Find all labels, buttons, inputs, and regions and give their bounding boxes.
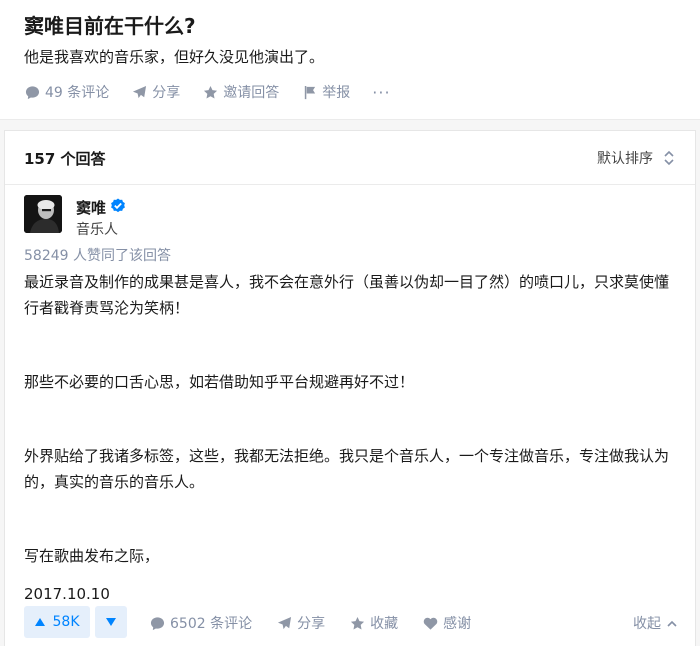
answer-actions-bar: 58K 6502 条评论 分享 收藏 感谢 收起: [5, 599, 695, 646]
invite-answer-label: 邀请回答: [223, 85, 280, 101]
answer-count: 157 个回答: [24, 150, 106, 168]
upvote-button[interactable]: 58K: [24, 606, 90, 638]
upvote-summary: 58249 人赞同了该回答: [24, 248, 171, 264]
thanks-button[interactable]: 感谢: [422, 613, 471, 633]
collect-button[interactable]: 收藏: [349, 613, 398, 633]
sort-dropdown[interactable]: 默认排序: [597, 148, 675, 168]
collapse-label: 收起: [633, 616, 661, 632]
answer-comments-label: 6502 条评论: [170, 616, 253, 632]
answer-share-label: 分享: [297, 616, 326, 632]
triangle-down-icon: [106, 618, 116, 626]
answer-paragraph: 最近录音及制作的成果甚是喜人，我不会在意外行（虽善以伪却一目了然）的喷口儿，只求…: [24, 273, 670, 317]
comment-icon: [24, 84, 40, 100]
chevron-up-icon: [667, 620, 677, 627]
more-options-button[interactable]: ···: [372, 83, 390, 102]
star-icon: [349, 615, 365, 631]
triangle-up-icon: [34, 618, 45, 626]
downvote-button[interactable]: [95, 606, 127, 638]
thanks-label: 感谢: [443, 616, 472, 632]
sort-label: 默认排序: [597, 151, 653, 167]
author-name[interactable]: 窦唯: [76, 197, 106, 218]
answer-content: 最近录音及制作的成果甚是喜人，我不会在意外行（虽善以伪却一目了然）的喷口儿，只求…: [24, 269, 674, 607]
question-share-button[interactable]: 分享: [131, 82, 180, 102]
answer-paragraph: 外界贴给了我诸多标签，这些，我都无法拒绝。我只是个音乐人，一个专注做音乐，专注做…: [24, 447, 670, 491]
star-icon: [202, 84, 218, 100]
verified-badge-icon: [110, 198, 126, 214]
report-button[interactable]: 举报: [301, 82, 350, 102]
question-title[interactable]: 窦唯目前在干什么?: [24, 12, 196, 40]
upvote-count: 58K: [52, 614, 80, 630]
heart-icon: [422, 615, 438, 631]
question-actions: 49 条评论 分享 邀请回答 举报 ···: [24, 82, 391, 102]
report-label: 举报: [322, 85, 351, 101]
share-icon: [276, 615, 292, 631]
collect-label: 收藏: [370, 616, 399, 632]
collapse-button[interactable]: 收起: [633, 613, 677, 633]
question-share-label: 分享: [152, 85, 181, 101]
author-bio: 音乐人: [76, 222, 118, 238]
flag-icon: [301, 84, 317, 100]
answer-paragraph: 那些不必要的口舌心思，如若借助知乎平台规避再好不过！: [24, 373, 415, 391]
share-icon: [131, 84, 147, 100]
answer-secondary-actions: 6502 条评论 分享 收藏 感谢: [149, 613, 495, 633]
comment-icon: [149, 615, 165, 631]
answers-list-header: 157 个回答 默认排序: [5, 131, 695, 185]
answer-comments-button[interactable]: 6502 条评论: [149, 613, 252, 633]
answer-card: 157 个回答 默认排序 窦唯 音乐人 58249 人赞同了该回答 最近录音及制…: [4, 130, 696, 646]
answer-share-button[interactable]: 分享: [276, 613, 325, 633]
sort-toggle-icon: [663, 150, 675, 166]
question-comments-label: 49 条评论: [45, 85, 110, 101]
answer-paragraph: 写在歌曲发布之际，: [24, 547, 160, 565]
author-avatar[interactable]: [24, 195, 62, 233]
invite-answer-button[interactable]: 邀请回答: [202, 82, 279, 102]
question-detail: 他是我喜欢的音乐家，但好久没见他演出了。: [24, 48, 325, 66]
question-comments-button[interactable]: 49 条评论: [24, 82, 109, 102]
question-card: 窦唯目前在干什么? 他是我喜欢的音乐家，但好久没见他演出了。 49 条评论 分享…: [0, 0, 700, 120]
